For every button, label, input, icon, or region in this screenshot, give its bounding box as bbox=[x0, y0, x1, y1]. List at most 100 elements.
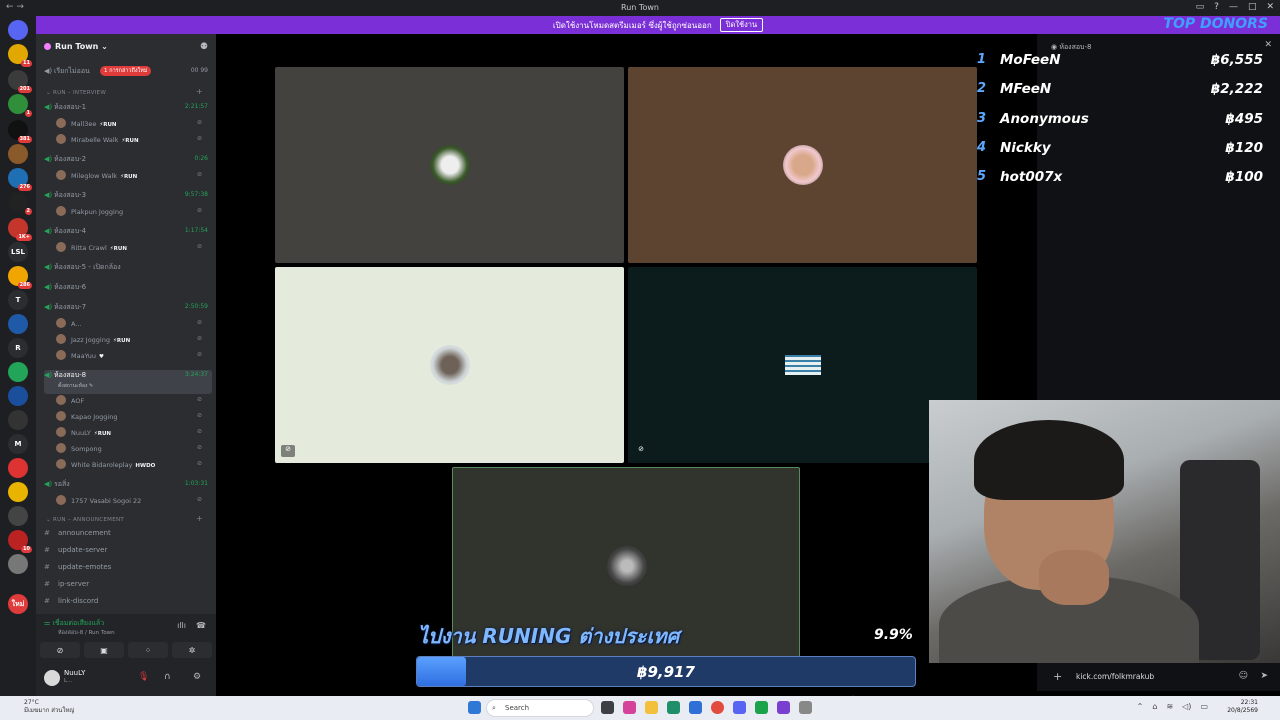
server-icon[interactable]: ใหม่ bbox=[8, 594, 28, 614]
server-icon[interactable]: 11 bbox=[8, 44, 32, 67]
server-icon[interactable] bbox=[8, 362, 28, 382]
text-channel[interactable]: # update-server bbox=[44, 546, 212, 554]
chevron-up-icon[interactable]: ⌃ bbox=[1137, 702, 1144, 711]
server-icon[interactable]: M bbox=[8, 434, 28, 454]
voice-channel[interactable]: ◀) รอสิ่ง 1:03:31 bbox=[44, 479, 212, 493]
obs-icon[interactable] bbox=[777, 701, 790, 714]
mic-muted-icon[interactable]: 🎙︎ bbox=[138, 672, 149, 682]
voice-user[interactable]: MaaYuu ♥ ⊘ bbox=[56, 350, 206, 364]
voice-user[interactable]: Jazz Jogging ⚡RUN ⊘ bbox=[56, 334, 206, 348]
server-icon[interactable]: 381 bbox=[8, 120, 32, 143]
text-channel[interactable]: # announcement bbox=[44, 529, 212, 537]
video-tile-2[interactable] bbox=[628, 67, 977, 263]
maximize-button[interactable]: □ bbox=[1248, 2, 1257, 12]
discord-icon[interactable] bbox=[733, 701, 746, 714]
server-name[interactable]: Run Town ⌄ bbox=[44, 42, 108, 51]
video-tile-3[interactable]: ⊘ bbox=[275, 267, 624, 463]
disconnect-icon[interactable]: ☎ bbox=[196, 621, 206, 630]
voice-channel[interactable]: ◀) ห้องสอบ-2 0:26 bbox=[44, 154, 212, 168]
battery-icon[interactable]: ▭ bbox=[1200, 702, 1208, 711]
server-icon[interactable] bbox=[8, 554, 28, 574]
server-icon[interactable] bbox=[8, 20, 28, 40]
category-interview[interactable]: ⌄ RUN – INTERVIEW + bbox=[46, 87, 203, 96]
server-icon[interactable] bbox=[8, 458, 28, 478]
server-icon[interactable]: 276 bbox=[8, 168, 32, 191]
gear-icon[interactable]: ⚙ bbox=[193, 672, 201, 682]
voice-user[interactable]: AOF ⊘ bbox=[56, 395, 206, 409]
close-button[interactable]: ✕ bbox=[1266, 2, 1274, 12]
add-channel-icon[interactable]: + bbox=[196, 87, 203, 96]
server-icon[interactable] bbox=[8, 386, 28, 406]
text-channel[interactable]: # link-discord bbox=[44, 597, 212, 605]
server-icon[interactable]: 2 bbox=[8, 192, 32, 215]
disable-streamer-mode-button[interactable]: ปิดใช้งาน bbox=[719, 18, 764, 32]
voice-user[interactable]: White Bidaroleplay HWDO ⊘ bbox=[56, 459, 206, 473]
network-icon[interactable]: ⌂ bbox=[1152, 702, 1157, 711]
channel-status[interactable]: ตั้งสถานะห้อง ✎ bbox=[58, 382, 93, 390]
voice-user[interactable]: 1757 Vasabi Sogoi 22 ⊘ bbox=[56, 495, 206, 509]
video-tile-1[interactable] bbox=[275, 67, 624, 263]
server-icon[interactable] bbox=[8, 506, 28, 526]
search-input[interactable]: ⌕ Search bbox=[486, 699, 594, 717]
soundboard-button[interactable]: ✲ bbox=[172, 642, 212, 658]
voice-user[interactable]: Mall3ee ⚡RUN ⊘ bbox=[56, 118, 206, 132]
text-channel[interactable]: # ip-server bbox=[44, 580, 212, 588]
voice-channel[interactable]: ◀) ห้องสอบ-4 1:17:54 bbox=[44, 226, 212, 240]
voice-user[interactable]: Kapao Jogging ⊘ bbox=[56, 411, 206, 425]
invite-icon[interactable]: ⚉ bbox=[200, 42, 208, 52]
voice-channel[interactable]: ◀) ห้องสอบ-5 - เปิดกล้อง bbox=[44, 262, 212, 276]
screen-share-button[interactable]: ▣ bbox=[84, 642, 124, 658]
chrome-icon[interactable] bbox=[711, 701, 724, 714]
camera-off-button[interactable]: ⊘ bbox=[40, 642, 80, 658]
start-icon[interactable] bbox=[468, 701, 481, 714]
headphones-icon[interactable]: ∩ bbox=[164, 672, 171, 682]
server-icon[interactable]: 286 bbox=[8, 266, 32, 289]
voice-channel[interactable]: ◀) ห้องสอบ-1 2:21:57 bbox=[44, 102, 212, 116]
server-icon[interactable] bbox=[8, 314, 28, 334]
help-icon[interactable]: ? bbox=[1214, 2, 1219, 12]
server-icon[interactable] bbox=[8, 410, 28, 430]
server-icon[interactable]: T bbox=[8, 290, 28, 310]
task-view-icon[interactable] bbox=[601, 701, 614, 714]
voice-user[interactable]: Mileglow Walk ⚡RUN ⊘ bbox=[56, 170, 206, 184]
text-channel[interactable]: # update-emotes bbox=[44, 563, 212, 571]
minimize-button[interactable]: — bbox=[1229, 2, 1238, 12]
voice-user[interactable]: Plakpun Jogging ⊘ bbox=[56, 206, 206, 220]
voice-channel[interactable]: ◀) ห้องสอบ-3 9:57:38 bbox=[44, 190, 212, 204]
add-icon[interactable]: + bbox=[1053, 670, 1062, 683]
server-icon[interactable] bbox=[8, 482, 28, 502]
copilot-icon[interactable] bbox=[623, 701, 636, 714]
weather-widget[interactable]: 27°C มีเมฆมาก ส่วนใหญ่ bbox=[24, 699, 74, 715]
voice-channel[interactable]: ◀) ห้องสอบ-7 2:50:59 bbox=[44, 302, 212, 316]
voice-channel[interactable]: ◀) ห้องสอบ-8 3:24:37 ตั้งสถานะห้อง ✎ bbox=[44, 370, 212, 394]
file-explorer-icon[interactable] bbox=[645, 701, 658, 714]
voice-user[interactable]: Ritta Crawl ⚡RUN ⊘ bbox=[56, 242, 206, 256]
emoji-icon[interactable]: ☺ bbox=[1239, 671, 1248, 681]
voice-user[interactable]: Sompong ⊘ bbox=[56, 443, 206, 457]
wifi-icon[interactable]: ≋ bbox=[1166, 702, 1173, 711]
volume-icon[interactable]: ◁) bbox=[1182, 702, 1191, 711]
category-announcement[interactable]: ⌄ RUN – ANNOUNCEMENT + bbox=[46, 514, 203, 523]
kick-icon[interactable] bbox=[755, 701, 768, 714]
noise-suppression-icon[interactable]: ıllı bbox=[177, 621, 186, 630]
voice-channel[interactable]: ◀) ห้องสอบ-6 bbox=[44, 282, 212, 296]
avatar[interactable] bbox=[44, 670, 60, 686]
new-mention-badge[interactable]: 1 การกล่าวถึงใหม่ bbox=[100, 66, 152, 76]
server-icon[interactable] bbox=[8, 144, 28, 164]
server-icon[interactable]: R bbox=[8, 338, 28, 358]
server-icon[interactable]: 1 bbox=[8, 94, 32, 117]
add-channel-icon[interactable]: + bbox=[196, 514, 203, 523]
app-icon[interactable] bbox=[799, 701, 812, 714]
server-icon[interactable]: 10 bbox=[8, 530, 32, 553]
send-icon[interactable]: ➤ bbox=[1260, 671, 1268, 681]
server-icon[interactable]: LSL bbox=[8, 242, 28, 262]
voice-user[interactable]: A... ⊘ bbox=[56, 318, 206, 332]
store-icon[interactable] bbox=[689, 701, 702, 714]
inbox-icon[interactable]: ▭ bbox=[1196, 2, 1205, 12]
server-icon[interactable]: 201 bbox=[8, 70, 32, 93]
clock[interactable]: 22:31 20/8/2569 bbox=[1227, 699, 1258, 715]
voice-user[interactable]: NuuLY ⚡RUN ⊘ bbox=[56, 427, 206, 441]
activities-button[interactable]: ⁘ bbox=[128, 642, 168, 658]
voice-user[interactable]: Mirabelle Walk ⚡RUN ⊘ bbox=[56, 134, 206, 148]
server-icon[interactable]: 1K+ bbox=[8, 218, 32, 241]
